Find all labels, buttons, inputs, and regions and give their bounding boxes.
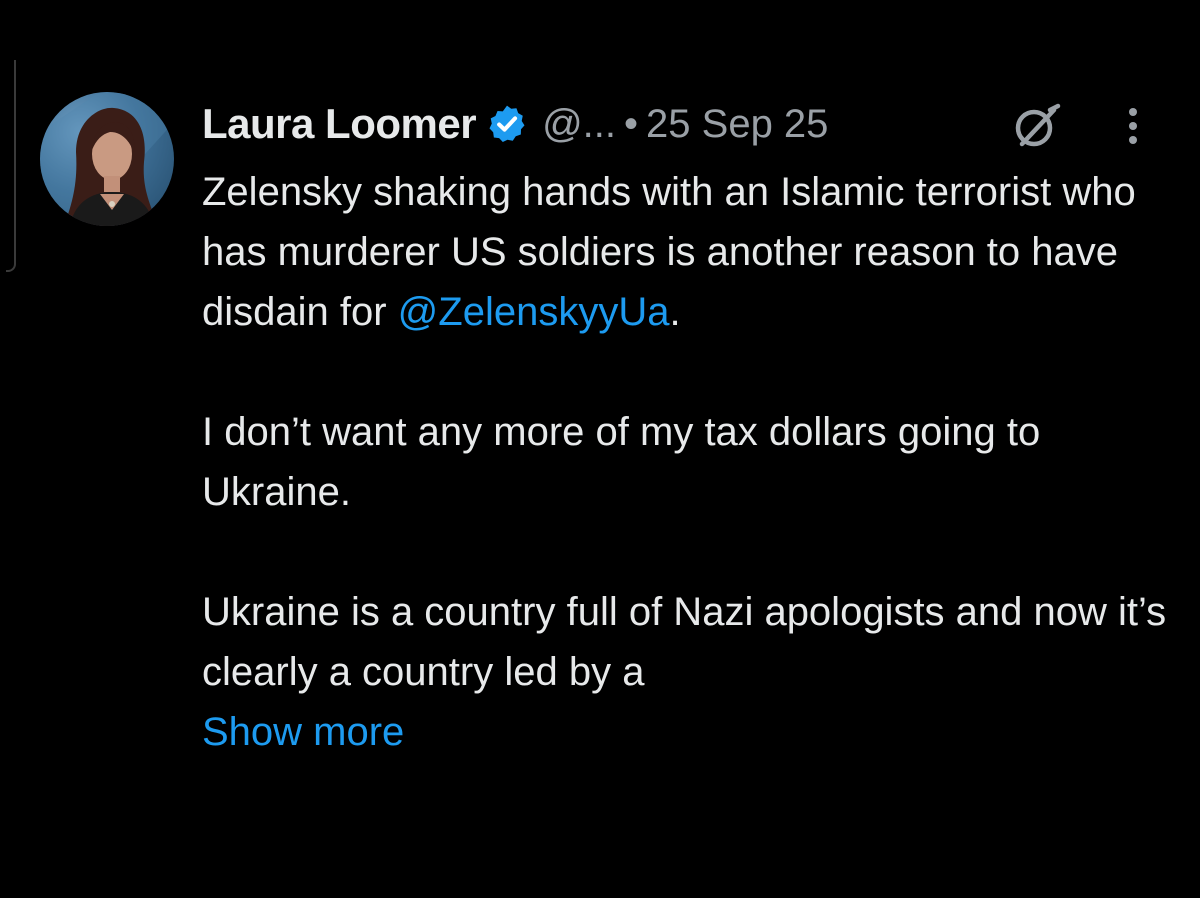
tweet-paragraph-2: I don’t want any more of my tax dollars …: [202, 410, 1041, 514]
avatar[interactable]: [40, 92, 174, 226]
tweet-paragraph-1-end: .: [669, 290, 681, 334]
tweet-paragraph-1: Zelensky shaking hands with an Islamic t…: [202, 162, 1192, 342]
header-separator: •: [624, 101, 639, 146]
show-more-link[interactable]: Show more: [202, 702, 1192, 762]
tweet-date[interactable]: 25 Sep 25: [646, 102, 828, 147]
tweet-paragraph-3: Ukraine is a country full of Nazi apolog…: [202, 590, 1167, 694]
avatar-image: [40, 92, 174, 226]
verified-badge-icon: [486, 103, 528, 145]
author-name[interactable]: Laura Loomer: [202, 100, 477, 148]
tweet-header: Laura Loomer @... • 25 Sep 25: [202, 96, 828, 152]
grok-icon[interactable]: [1010, 100, 1062, 152]
thread-line: [6, 60, 16, 272]
more-options-icon[interactable]: [1118, 100, 1148, 152]
mention-link[interactable]: @ZelenskyyUa: [398, 290, 670, 334]
tweet-text: Zelensky shaking hands with an Islamic t…: [202, 162, 1192, 762]
author-handle[interactable]: @...: [542, 102, 616, 147]
